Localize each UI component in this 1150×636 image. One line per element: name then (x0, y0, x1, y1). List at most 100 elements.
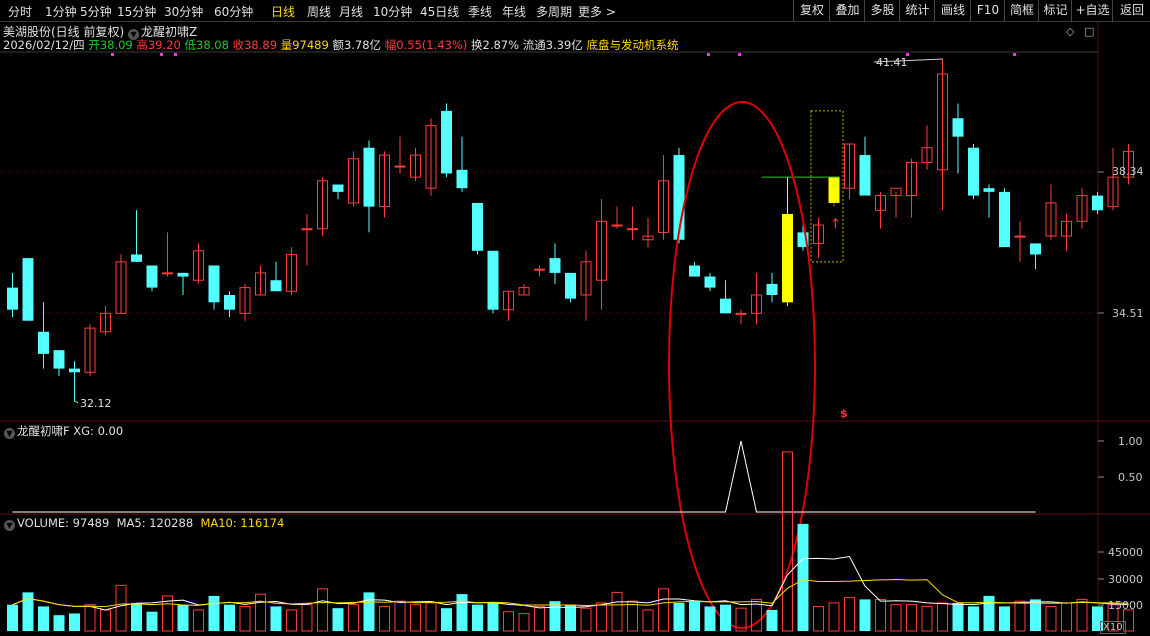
volume-bar (270, 606, 282, 631)
dropdown-icon[interactable]: ▼ (4, 520, 15, 531)
volume-bar (1030, 599, 1041, 631)
volume-bar (224, 604, 235, 631)
volume-bar (69, 613, 80, 631)
candle-body (782, 213, 793, 303)
volume-bar (565, 604, 576, 631)
volume-bar (766, 609, 778, 631)
marker-dot (174, 53, 177, 56)
kline-chart[interactable]: ↑ (0, 0, 1150, 636)
candle-body (270, 280, 282, 292)
candle-body (363, 147, 375, 207)
indicator-pane-label: ▼ 龙醒初啸F XG: 0.00 (4, 423, 123, 439)
ma5-label: MA5: 120288 (116, 516, 194, 530)
marker-dot (738, 53, 741, 56)
volume-bar (301, 604, 313, 632)
volume-bar (828, 602, 840, 632)
volume-bar (689, 601, 700, 631)
candle-body (69, 368, 80, 373)
ma10-label: MA10: 116174 (200, 516, 285, 530)
marker-dot (1013, 53, 1016, 56)
volume-bar (859, 599, 871, 631)
volume-bar (363, 592, 375, 631)
volume-bar (642, 609, 654, 632)
price-axis-label: 34.51 (1112, 307, 1144, 320)
volume-bar (921, 605, 933, 632)
volume-bar (627, 600, 638, 632)
volume-bar (1061, 602, 1072, 632)
volume-bar (704, 606, 716, 631)
volume-bar (7, 604, 18, 631)
volume-bar (441, 608, 452, 631)
candle-body (627, 228, 638, 231)
dropdown-icon[interactable]: ▼ (4, 428, 15, 439)
volume-pane-label: ▼ VOLUME: 97489 MA5: 120288 MA10: 116174 (4, 516, 284, 531)
volume-bar (115, 584, 127, 632)
volume-bar (317, 588, 328, 632)
candle-body (162, 272, 173, 275)
candle-body (131, 254, 142, 262)
volume-bar (53, 615, 65, 631)
candle-body (146, 265, 158, 288)
volume-bar (84, 604, 96, 632)
volume-bar (983, 595, 995, 631)
candle-body (472, 202, 483, 251)
candle-body (224, 294, 235, 310)
volume-bar (425, 602, 437, 632)
candle-body (704, 276, 716, 288)
diamond-icon[interactable]: ◇ (1066, 25, 1074, 38)
volume-bar (813, 605, 824, 632)
candle-body (332, 184, 344, 192)
volume-bar (1014, 600, 1026, 632)
candle-body (1030, 243, 1041, 255)
signal-arrow: ↑ (830, 217, 842, 233)
volume-multiplier: X10 (1100, 621, 1126, 634)
volume-bar (937, 602, 948, 632)
volume-bar (394, 600, 406, 632)
volume-bar (658, 588, 669, 632)
candle-body (1014, 235, 1026, 238)
volume-bar (131, 602, 142, 631)
candle-body (766, 283, 778, 295)
volume-bar (503, 611, 514, 632)
candle-body (689, 265, 700, 277)
signal-glyph: $ (840, 407, 848, 420)
candle-body (53, 350, 65, 369)
volume-bar (968, 606, 979, 631)
volume-axis-label: 30000 (1108, 573, 1143, 586)
candle-body (611, 224, 623, 227)
volume-bar (332, 608, 344, 631)
volume-bar (208, 595, 220, 631)
high-price-mark: 41.41 (876, 56, 908, 69)
candle-body (565, 272, 576, 299)
square-icon[interactable]: □ (1084, 25, 1094, 38)
volume-bar (596, 602, 607, 632)
volume-bar (549, 601, 561, 631)
volume-axis-label: 45000 (1108, 546, 1143, 559)
volume-bar (782, 451, 793, 632)
volume-bar (844, 597, 855, 632)
candle-body (487, 250, 499, 310)
candle-body (999, 191, 1010, 248)
volume-bar (1076, 598, 1088, 632)
volume-bar (193, 609, 204, 632)
candle-body (208, 265, 220, 303)
volume-bar (797, 523, 809, 631)
volume-bar (720, 604, 731, 631)
candle-body (441, 110, 452, 174)
volume-bar (999, 606, 1010, 631)
volume-axis-label: 15000 (1108, 599, 1143, 612)
ma5-line (12, 556, 1129, 611)
volume-bar (177, 604, 189, 631)
volume-bar (100, 609, 111, 632)
indicator-label-text: 龙醒初啸F XG: 0.00 (17, 424, 124, 438)
candle-body (534, 268, 545, 271)
volume-bar (38, 606, 49, 631)
candle-body (735, 312, 747, 315)
candle-body (983, 188, 995, 192)
volume-bar (410, 604, 421, 632)
candle-body (22, 258, 34, 321)
volume-bar (487, 602, 499, 631)
volume-bar (906, 604, 917, 632)
volume-bar (875, 598, 886, 632)
volume-bar (1045, 605, 1057, 632)
